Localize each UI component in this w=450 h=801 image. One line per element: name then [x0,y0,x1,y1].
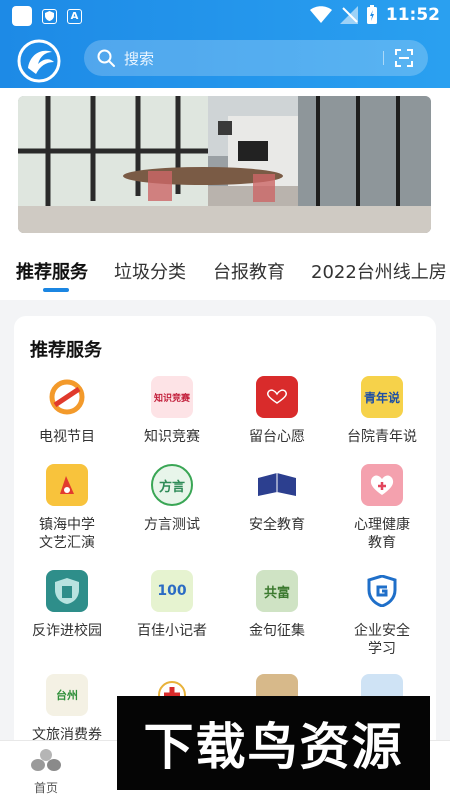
service-performance[interactable]: 镇海中学 文艺汇演 [17,464,117,552]
service-young-reporter[interactable]: 100 百佳小记者 [122,570,222,640]
safety-book-icon [256,464,298,506]
search-placeholder[interactable]: 搜索 [124,48,383,69]
service-label: 反诈进校园 [32,623,102,639]
battery-icon [366,5,377,24]
search-bar[interactable]: 搜索 [84,40,428,76]
service-label: 金句征集 [249,623,305,639]
signal-icon [339,6,358,24]
scan-icon[interactable] [394,48,414,68]
tab-indicator [43,288,69,292]
service-safety-education[interactable]: 安全教育 [227,464,327,534]
services-card: 推荐服务 电视节目 知识竞赛 知识竞赛 留台心愿 青年说 台院青年说 镇海中学 … [14,316,436,756]
service-enterprise-safety[interactable]: 企业安全 学习 [332,570,432,658]
service-dialect-test[interactable]: 方言 方言测试 [122,464,222,534]
service-label: 百佳小记者 [137,623,207,639]
tv-program-icon [46,376,88,418]
wish-icon [256,376,298,418]
divider [383,51,384,65]
app-header: A 11:52 搜索 [0,0,450,88]
service-wish[interactable]: 留台心愿 [227,376,327,446]
watermark-overlay: 下载鸟资源 [117,696,430,790]
service-anti-fraud[interactable]: 反诈进校园 [17,570,117,640]
service-label: 企业安全 学习 [354,623,410,657]
service-golden-quote[interactable]: 共富 金句征集 [227,570,327,640]
watermark-text: 下载鸟资源 [143,718,404,776]
service-tv-program[interactable]: 电视节目 [17,376,117,446]
service-knowledge-contest[interactable]: 知识竞赛 知识竞赛 [122,376,222,446]
service-label: 方言测试 [144,517,200,533]
search-icon [97,49,115,67]
tourism-voucher-icon: 台州 [46,674,88,716]
wifi-icon [309,6,332,23]
clock: 11:52 [385,5,440,25]
service-mental-health[interactable]: 心理健康 教育 [332,464,432,552]
service-label: 安全教育 [249,517,305,533]
golden-quote-icon: 共富 [256,570,298,612]
a-letter-icon: A [67,8,82,24]
service-label: 电视节目 [39,429,95,445]
nav-home[interactable]: 首页 [22,743,70,796]
home-tab-icon [31,749,61,771]
nav-home-label: 首页 [33,781,58,795]
shield-icon [42,8,57,24]
card-title: 推荐服务 [30,340,102,361]
reporter-icon: 100 [151,570,193,612]
service-label: 心理健康 教育 [354,517,410,551]
status-bar: A 11:52 [0,0,450,32]
service-youth-talk[interactable]: 青年说 台院青年说 [332,376,432,446]
service-label: 知识竞赛 [144,429,200,445]
tab-education[interactable]: 台报教育 [213,258,285,284]
tab-housing[interactable]: 2022台州线上房 [311,258,447,284]
enterprise-safety-icon [361,570,403,612]
tab-recommended[interactable]: 推荐服务 [16,258,88,284]
service-tourism-voucher[interactable]: 台州 文旅消费券 [17,674,117,744]
service-label: 留台心愿 [249,429,305,445]
knowledge-contest-icon: 知识竞赛 [151,376,193,418]
banner-image[interactable] [18,96,431,233]
anti-fraud-shield-icon [46,570,88,612]
service-label: 台院青年说 [347,429,417,445]
dialect-icon: 方言 [151,464,193,506]
phoenix-logo-icon[interactable] [16,38,62,84]
tab-garbage-sorting[interactable]: 垃圾分类 [114,258,186,284]
youth-talk-icon: 青年说 [361,376,403,418]
mental-health-icon [361,464,403,506]
performance-icon [46,464,88,506]
notification-icon [12,6,32,26]
service-label: 镇海中学 文艺汇演 [39,517,95,551]
